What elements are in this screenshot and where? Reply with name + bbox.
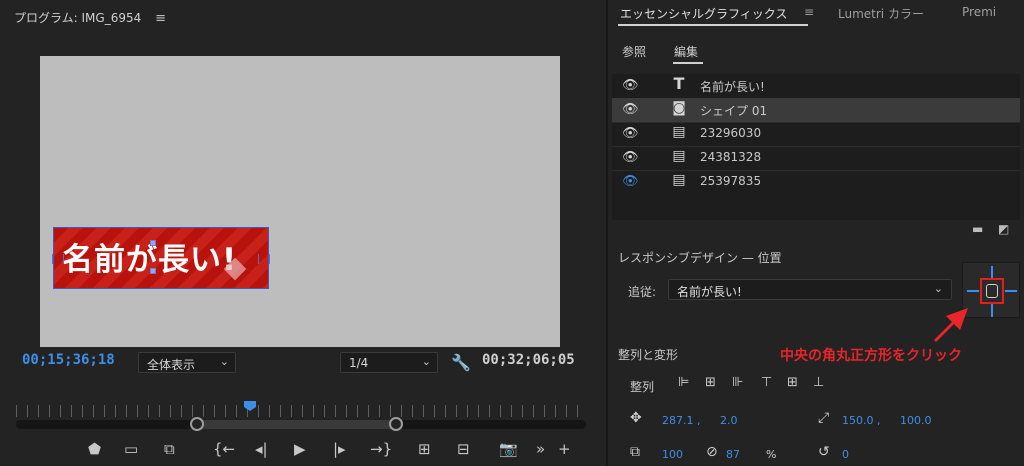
program-panel-header: プログラム: IMG_6954 ≡ — [14, 9, 166, 26]
clip-icon: ▤ — [672, 172, 686, 188]
folder-icon[interactable]: ▬ — [972, 222, 983, 236]
play-icon[interactable]: ▶ — [294, 440, 306, 458]
rotation-icon: ↺ — [818, 444, 830, 460]
align-right-icon[interactable]: ⊪ — [732, 375, 743, 390]
panel-tabs: エッセンシャルグラフィックス ≡ Lumetri カラー Premi — [608, 0, 1024, 30]
pin-center-button[interactable] — [980, 278, 1004, 304]
follow-dropdown[interactable]: 名前が長い! ⌄ — [668, 279, 952, 300]
safe-margins-icon[interactable]: ▭ — [124, 440, 138, 458]
annotation-arrow-icon — [934, 308, 968, 342]
pin-left-edge[interactable] — [967, 290, 979, 292]
align-label: 整列 — [630, 380, 655, 394]
compare-icon[interactable]: ⧉ — [164, 440, 175, 458]
more-icon[interactable]: » — [536, 440, 545, 458]
align-transform-heading: 整列と変形 — [618, 348, 679, 362]
align-bottom-icon[interactable]: ⊥ — [813, 375, 824, 390]
text-icon: T — [673, 74, 685, 93]
clip-icon: ▤ — [672, 148, 686, 164]
add-button-icon[interactable]: + — [558, 440, 571, 458]
layer-list: 👁 T 名前が長い! 👁 ◙ シェイプ 01 👁 ▤ 23296030 👁 ▤ … — [612, 74, 1020, 220]
responsive-design-heading: レスポンシブデザイン — 位置 — [618, 251, 782, 265]
list-item[interactable]: 👁 T 名前が長い! — [612, 74, 1020, 98]
go-to-out-icon[interactable]: →} — [370, 440, 392, 458]
camera-icon[interactable]: 📷 — [499, 440, 518, 458]
chevron-down-icon: ⌄ — [933, 282, 943, 295]
panel-menu-icon[interactable]: ≡ — [155, 11, 166, 26]
tab-edit[interactable]: 編集 — [674, 43, 698, 60]
tab-browse[interactable]: 参照 — [622, 43, 646, 60]
scale-icon: ⧉ — [630, 444, 640, 460]
list-item[interactable]: 👁 ◙ シェイプ 01 — [612, 98, 1020, 122]
position-y-value[interactable]: 2.0 — [720, 414, 738, 427]
time-ruler[interactable] — [16, 405, 584, 417]
opacity-unit: % — [766, 448, 777, 461]
scale-value[interactable]: 100 — [662, 448, 683, 461]
align-center-v-icon[interactable]: ⊞ — [787, 375, 798, 390]
eye-icon[interactable]: 👁 — [622, 126, 639, 141]
extract-icon[interactable]: ⊟ — [457, 440, 470, 458]
eye-icon[interactable]: 👁 — [622, 150, 639, 165]
opacity-icon: ⊘ — [706, 444, 718, 460]
tab-premiere[interactable]: Premi — [962, 5, 996, 19]
left-bounding-handle[interactable] — [52, 254, 64, 264]
top-bounding-handle[interactable] — [150, 240, 156, 246]
annotation-text: 中央の角丸正方形をクリック — [780, 348, 962, 364]
align-center-h-icon[interactable]: ⊞ — [705, 375, 716, 390]
step-forward-icon[interactable]: |▸ — [333, 440, 346, 458]
current-timecode[interactable]: 00;15;36;18 — [22, 352, 115, 374]
chevron-down-icon: ⌄ — [421, 355, 431, 368]
resolution-select[interactable]: 1/4 ⌄ — [340, 352, 438, 373]
list-item[interactable]: 👁 ▤ 23296030 — [612, 122, 1020, 146]
duration-timecode: 00;32;06;05 — [482, 352, 575, 368]
tab-lumetri[interactable]: Lumetri カラー — [838, 5, 924, 22]
step-back-icon[interactable]: ◂| — [255, 440, 268, 458]
program-canvas[interactable] — [40, 56, 560, 347]
tab-menu-icon[interactable]: ≡ — [804, 5, 814, 19]
pin-to-edges-widget — [962, 262, 1020, 318]
anchor-y-value[interactable]: 100.0 — [900, 414, 932, 427]
program-monitor-panel: プログラム: IMG_6954 ≡ 名前が長い! 00;15;36;18 全体表… — [0, 0, 604, 466]
title-graphic[interactable]: 名前が長い! — [52, 227, 270, 289]
opacity-value[interactable]: 87 — [726, 448, 740, 461]
anchor-point-icon: ⤢ — [818, 410, 830, 426]
pin-bottom-edge[interactable] — [991, 303, 993, 317]
active-subtab-underline — [673, 62, 703, 64]
align-left-icon[interactable]: ⊫ — [678, 375, 689, 390]
lift-icon[interactable]: ⊞ — [418, 440, 431, 458]
shape-icon: ◙ — [672, 100, 686, 116]
bottom-bounding-handle[interactable] — [150, 268, 156, 274]
fit-select[interactable]: 全体表示 ⌄ — [138, 352, 236, 373]
go-to-in-icon[interactable]: {← — [213, 440, 235, 458]
zoom-scrollbar-thumb[interactable] — [196, 420, 396, 429]
zoom-left-knob[interactable] — [190, 417, 204, 431]
rounded-square-icon — [986, 284, 998, 298]
eye-off-icon[interactable]: 👁 — [622, 174, 639, 189]
eye-icon[interactable]: 👁 — [622, 78, 639, 93]
chevron-down-icon: ⌄ — [219, 355, 229, 368]
list-item[interactable]: 👁 ▤ 25397835 — [612, 170, 1020, 194]
position-x-value[interactable]: 287.1 , — [662, 414, 700, 427]
active-tab-underline — [618, 24, 808, 26]
zoom-right-knob[interactable] — [389, 417, 403, 431]
pin-right-edge[interactable] — [1005, 290, 1017, 292]
marker-icon[interactable]: ⬟ — [88, 440, 101, 458]
program-panel-title[interactable]: プログラム: IMG_6954 — [14, 11, 141, 25]
list-item[interactable]: 👁 ▤ 24381328 — [612, 146, 1020, 170]
align-top-icon[interactable]: ⊤ — [761, 375, 772, 390]
new-layer-icon[interactable]: ◩ — [998, 222, 1009, 236]
wrench-icon[interactable]: 🔧 — [451, 353, 471, 372]
tab-essential-graphics[interactable]: エッセンシャルグラフィックス — [620, 5, 787, 22]
clip-icon: ▤ — [672, 124, 686, 140]
follow-label: 追従: — [628, 285, 657, 299]
position-icon: ✥ — [630, 410, 642, 426]
eye-icon[interactable]: 👁 — [622, 102, 639, 117]
rotation-value[interactable]: 0 — [842, 448, 849, 461]
right-bounding-handle[interactable] — [258, 254, 270, 264]
anchor-x-value[interactable]: 150.0 , — [842, 414, 880, 427]
essential-graphics-panel: エッセンシャルグラフィックス ≡ Lumetri カラー Premi 参照 編集… — [606, 0, 1024, 466]
